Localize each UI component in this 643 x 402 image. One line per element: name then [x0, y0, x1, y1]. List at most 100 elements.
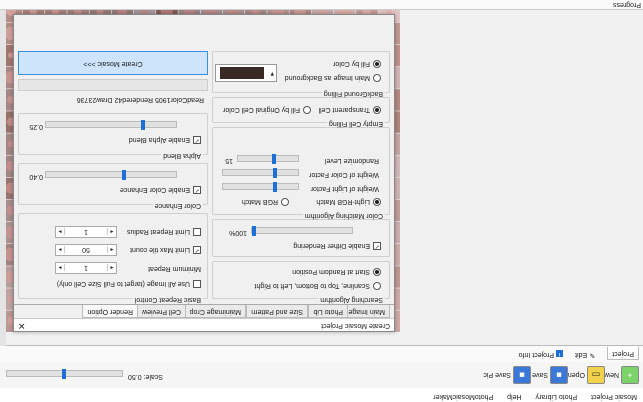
empty-cell-title: Empty Cell Filling: [326, 120, 385, 127]
alpha-blend-checkbox[interactable]: ✓: [193, 136, 201, 144]
repeat-control-group: Basic Repeat Control Use All Image (targ…: [18, 213, 208, 303]
info-icon: i: [556, 350, 563, 357]
scanline-option[interactable]: Scanline, Top to Bottom, Left to Right: [255, 282, 381, 290]
random-position-option[interactable]: Start at Random Position: [292, 268, 381, 276]
rgb-radio[interactable]: [281, 198, 289, 206]
spin-up-icon[interactable]: ▸: [56, 264, 65, 272]
new-button[interactable]: + New: [605, 364, 639, 386]
fill-original-option[interactable]: Fill by Original Cell Color: [223, 106, 311, 114]
scanline-radio[interactable]: [373, 282, 381, 290]
chevron-down-icon: ▾: [270, 70, 274, 77]
scale-slider[interactable]: [6, 369, 123, 379]
light-factor-label: Weight of Light Factor: [310, 185, 379, 192]
light-rgb-option[interactable]: Light-RGB Match: [316, 198, 381, 206]
tab-edit[interactable]: ✎ Edit: [571, 348, 599, 360]
rgb-option[interactable]: RGB Match: [242, 198, 289, 206]
color-enhance-thumb[interactable]: [122, 170, 126, 180]
menu-bar: Mosaic Project Photo Library Help PhotoM…: [0, 387, 643, 402]
alpha-blend-row[interactable]: ✓ Enable Alpha Blend: [129, 136, 201, 144]
dither-slider-thumb[interactable]: [252, 226, 256, 236]
randomize-slider[interactable]: [237, 154, 299, 164]
use-all-image-checkbox[interactable]: [193, 280, 201, 288]
tabs-bar: Project ✎ Edit i Project Info: [0, 345, 643, 362]
color-factor-thumb[interactable]: [273, 168, 278, 178]
tab-photo-lib[interactable]: Photo Lib: [308, 305, 348, 318]
light-factor-thumb[interactable]: [273, 182, 278, 192]
alpha-blend-slider[interactable]: [45, 120, 177, 130]
randomize-label: Randomize Level: [324, 157, 379, 164]
create-mosaic-dialog: Create Mosaic Project ✕ Main Image Photo…: [13, 14, 395, 332]
random-position-radio[interactable]: [373, 268, 381, 276]
fill-color-option[interactable]: Fill by Color: [333, 60, 381, 68]
color-factor-slider[interactable]: [222, 168, 299, 178]
min-repeat-spinner[interactable]: ◂ 1 ▸: [55, 262, 117, 274]
main-image-bg-option[interactable]: Main Image as Background: [285, 74, 381, 82]
dither-checkbox-row[interactable]: ✓ Enable Dither Rendering: [293, 242, 381, 250]
tab-mainimage-crop[interactable]: Mainimage Crop: [184, 305, 246, 318]
close-icon[interactable]: ✕: [18, 320, 26, 331]
create-mosaic-button[interactable]: Create Mosaic >>>: [18, 51, 208, 75]
max-tile-checkbox[interactable]: ✓: [193, 246, 201, 254]
light-rgb-radio[interactable]: [373, 198, 381, 206]
repeat-radius-checkbox[interactable]: [193, 228, 201, 236]
color-matching-title: Color Matching Algorithm: [302, 212, 385, 219]
color-enhance-slider[interactable]: [45, 170, 177, 180]
color-enhance-checkbox[interactable]: ✓: [193, 186, 201, 194]
menu-mosaic-project[interactable]: Mosaic Project: [585, 391, 643, 402]
tab-size-pattern[interactable]: Size and Pattern: [246, 305, 308, 318]
max-tile-spinner[interactable]: ◂ 50 ▸: [55, 244, 117, 256]
menu-app-name: PhotoMosaicMaker: [433, 393, 494, 400]
spin-down-icon[interactable]: ◂: [107, 246, 116, 254]
folder-icon: ▭: [587, 366, 605, 384]
repeat-radius-row[interactable]: Limit Repeat Radius: [127, 228, 201, 236]
dialog-title: Create Mosaic Project: [321, 322, 390, 329]
background-filling-title: BackGround Filling: [321, 90, 385, 97]
alpha-blend-thumb[interactable]: [141, 120, 146, 130]
alpha-blend-value: 0.25: [29, 123, 43, 130]
spin-down-icon[interactable]: ◂: [107, 264, 116, 272]
spin-up-icon[interactable]: ▸: [56, 246, 65, 254]
randomize-thumb[interactable]: [272, 154, 276, 164]
empty-cell-group: Empty Cell Filling Transparent Cell Fill…: [212, 97, 390, 127]
transparent-cell-radio[interactable]: [373, 106, 381, 114]
fill-color-radio[interactable]: [373, 60, 381, 68]
tab-cell-preview[interactable]: Cell Preview: [137, 305, 186, 318]
tab-project[interactable]: Project: [607, 347, 639, 360]
tab-project-info[interactable]: i Project Info: [515, 348, 567, 360]
light-factor-slider[interactable]: [222, 182, 299, 192]
save-pic-button[interactable]: ■ Save Pic: [483, 364, 531, 386]
alpha-blend-group: Alpha Blend ✓ Enable Alpha Blend 0.25: [18, 113, 208, 159]
background-color-picker[interactable]: ▾: [215, 64, 277, 82]
background-filling-group: BackGround Filling Main Image as Backgro…: [212, 51, 390, 97]
transparent-cell-option[interactable]: Transparent Cell: [319, 106, 381, 114]
progress-label: Progress: [612, 1, 641, 8]
max-tile-row[interactable]: ✓ Limit Max tile count: [130, 246, 201, 254]
scale-slider-thumb[interactable]: [62, 369, 67, 379]
dither-checkbox[interactable]: ✓: [373, 242, 381, 250]
save-button[interactable]: ■ Save: [532, 364, 568, 386]
use-all-image-row[interactable]: Use All Image (target to Full Size Cell …: [57, 280, 201, 288]
color-enhance-group: Color Enhance ✓ Enable Color Enhance 0.4…: [18, 163, 208, 209]
searching-group: Searching Algorithm Scanline, Top to Bot…: [212, 261, 390, 303]
vertical-scrollbar[interactable]: [0, 0, 6, 346]
color-enhance-value: 0.40: [29, 173, 43, 180]
dither-value: 100%: [229, 229, 247, 236]
main-image-bg-radio[interactable]: [373, 74, 381, 82]
repeat-radius-spinner[interactable]: ◂ 1 ▸: [55, 226, 117, 238]
color-enhance-title: Color Enhance: [152, 202, 203, 209]
repeat-control-title: Basic Repeat Control: [132, 296, 203, 303]
spin-up-icon[interactable]: ▸: [56, 228, 65, 236]
render-status-text: ReadColor1905 Rendered42 Draw23736: [76, 96, 204, 103]
menu-help[interactable]: Help: [501, 391, 527, 402]
fill-original-radio[interactable]: [303, 106, 311, 114]
progress-bar-area: Progress: [0, 0, 643, 10]
color-enhance-row[interactable]: ✓ Enable Color Enhance: [120, 186, 201, 194]
open-button[interactable]: ▭ Open: [568, 364, 605, 386]
menu-photo-library[interactable]: Photo Library: [530, 391, 584, 402]
pencil-icon: ✎: [589, 351, 595, 358]
tab-render-option[interactable]: Render Option: [82, 305, 138, 318]
dither-slider[interactable]: [251, 226, 353, 236]
spin-down-icon[interactable]: ◂: [107, 228, 116, 236]
floppy-image-icon: ■: [513, 366, 531, 384]
tab-main-image[interactable]: Main Image: [343, 305, 390, 318]
